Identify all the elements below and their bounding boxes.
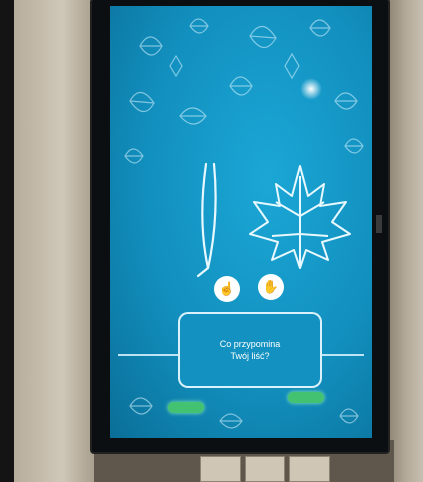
base-panels	[200, 456, 331, 482]
wall-panel-right	[388, 0, 423, 482]
base-panel	[244, 456, 286, 482]
right-green-button[interactable]	[288, 392, 324, 403]
leaf-hand-icon: ✋	[262, 279, 280, 294]
wall-panel-left	[14, 0, 94, 482]
question-line-2: Twój liść?	[230, 351, 270, 361]
option-tap-button[interactable]: ☝	[214, 276, 240, 302]
question-card: Co przypomina Twój liść?	[178, 312, 322, 388]
photo-scene: ☝ ✋ Co przypomina Twój liść?	[0, 0, 423, 482]
left-green-button[interactable]	[168, 402, 204, 413]
kiosk-screen[interactable]: ☝ ✋ Co przypomina Twój liść?	[110, 6, 372, 438]
left-dark-edge	[0, 0, 14, 482]
light-glare	[300, 78, 322, 100]
tap-hand-icon: ☝	[218, 281, 236, 296]
base-panel	[289, 456, 331, 482]
base-panel	[200, 456, 241, 482]
question-line-1: Co przypomina	[219, 339, 281, 349]
bezel-knob	[376, 215, 382, 233]
option-leaf-button[interactable]: ✋	[258, 274, 284, 300]
